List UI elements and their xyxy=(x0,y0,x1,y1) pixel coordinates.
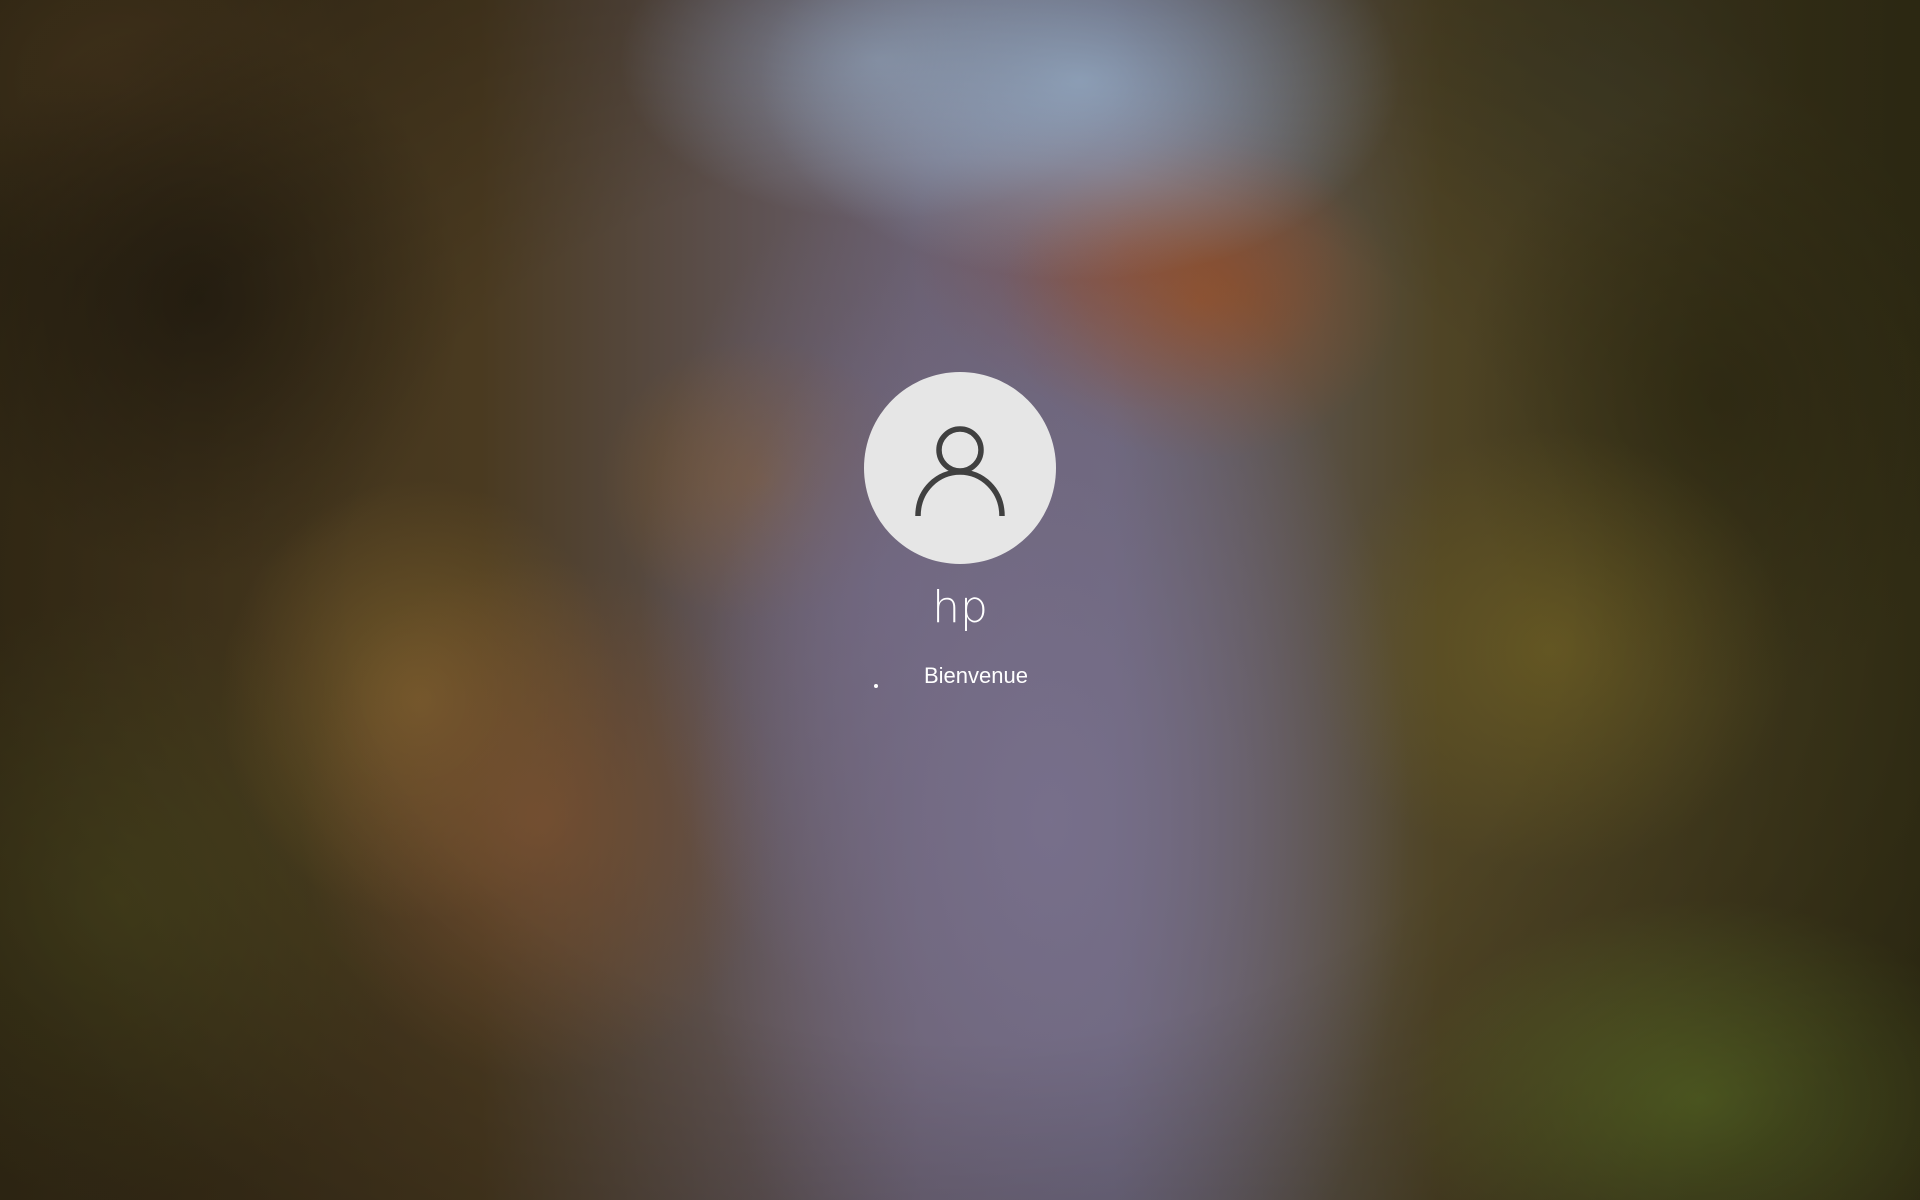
lock-screen: hp Bienvenue xyxy=(0,0,1920,1200)
loading-spinner-icon xyxy=(862,662,890,690)
status-message: Bienvenue xyxy=(924,663,1028,688)
sign-in-status: Bienvenue xyxy=(0,660,1920,692)
username-label: hp xyxy=(932,582,988,633)
user-avatar xyxy=(864,372,1056,564)
sign-in-panel: hp Bienvenue xyxy=(0,0,1920,1200)
spinner-dot xyxy=(874,684,878,688)
user-icon xyxy=(915,426,1005,516)
